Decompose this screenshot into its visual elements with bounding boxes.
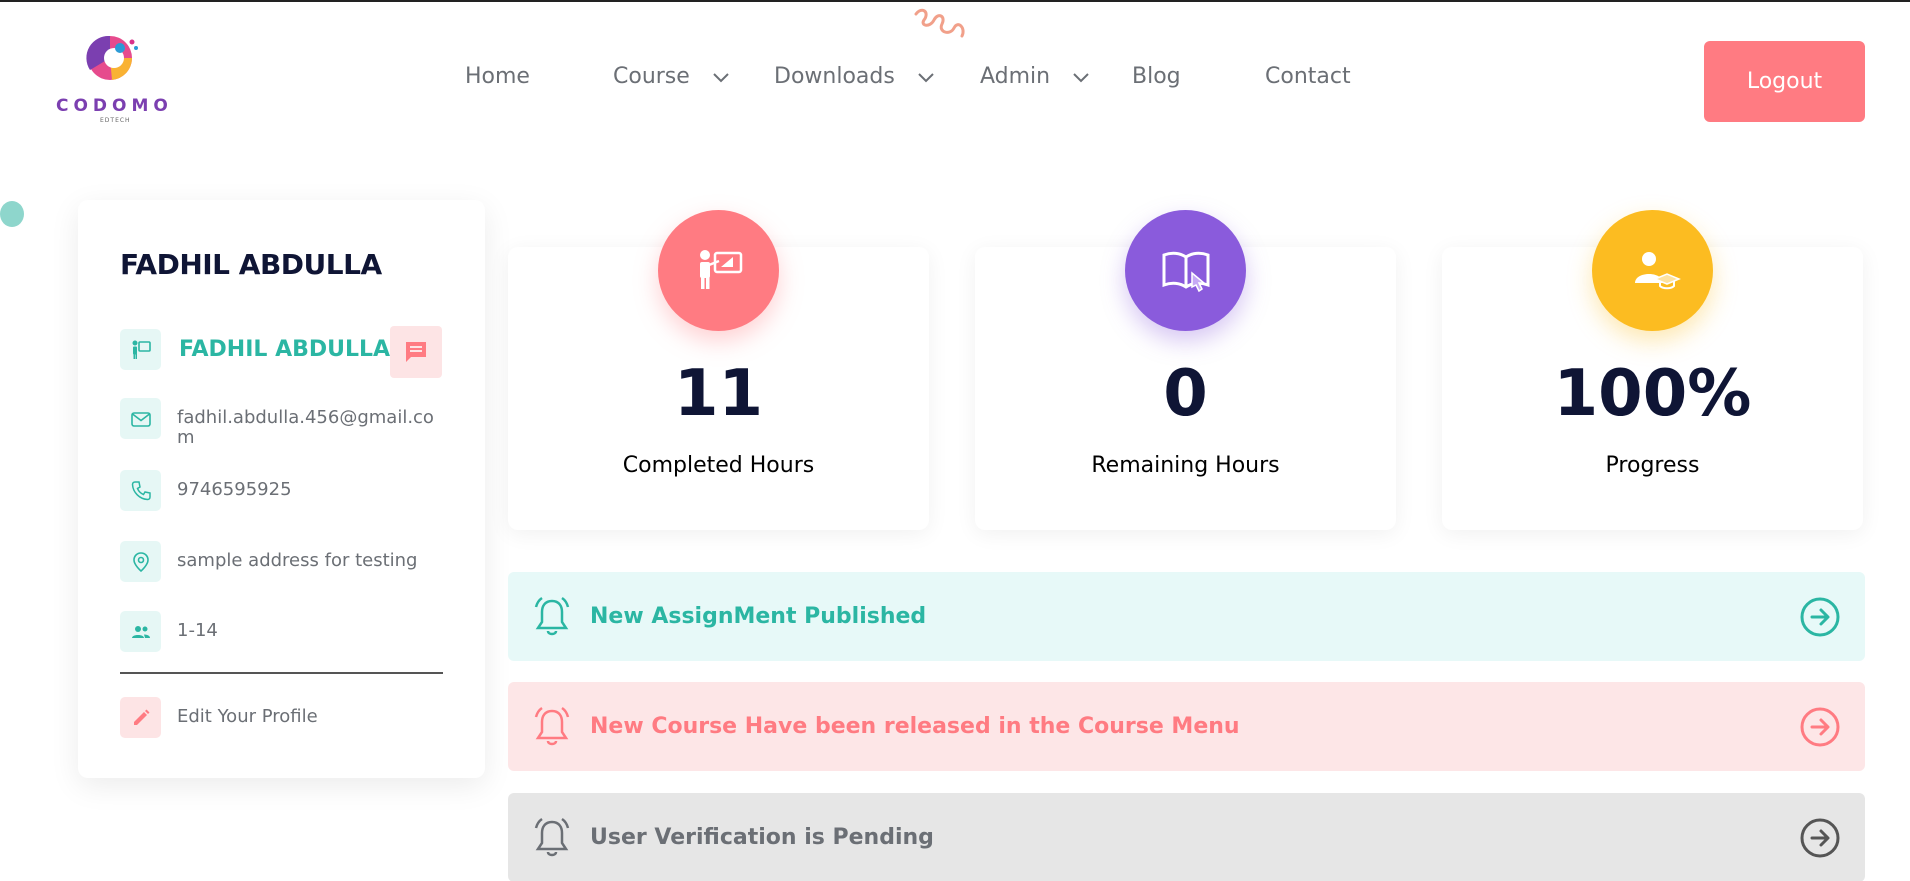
completed-hours-value: 11 xyxy=(673,357,764,431)
nav-course[interactable]: Course xyxy=(613,64,730,89)
profile-phone: 9746595925 xyxy=(177,479,292,500)
profile-phone-row: 9746595925 xyxy=(120,470,447,511)
edit-profile-link[interactable]: Edit Your Profile xyxy=(120,697,447,738)
chat-icon xyxy=(406,342,426,362)
graduate-user-icon xyxy=(1592,210,1713,331)
stat-card-completed: 11 Completed Hours xyxy=(508,210,929,530)
chevron-down-icon xyxy=(713,72,729,82)
nav-contact-label: Contact xyxy=(1265,64,1351,89)
logout-button[interactable]: Logout xyxy=(1704,41,1865,122)
chevron-down-icon xyxy=(918,72,934,82)
nav-home-label: Home xyxy=(465,64,530,89)
nav-course-label: Course xyxy=(613,64,690,89)
teacher-board-icon xyxy=(658,210,779,331)
alert-verification-text: User Verification is Pending xyxy=(590,825,934,850)
alert-assignment[interactable]: New AssignMent Published xyxy=(508,572,1865,661)
mail-icon xyxy=(120,398,161,439)
nav-blog-label: Blog xyxy=(1132,64,1181,89)
profile-address-row: sample address for testing xyxy=(120,541,447,582)
profile-name-row: FADHIL ABDULLA xyxy=(120,329,390,370)
profile-name: FADHIL ABDULLA xyxy=(179,337,391,362)
book-touch-icon xyxy=(1125,210,1246,331)
chevron-down-icon xyxy=(1073,72,1089,82)
arrow-right-circle-icon xyxy=(1800,597,1840,637)
alert-new-course[interactable]: New Course Have been released in the Cou… xyxy=(508,682,1865,771)
edit-profile-label: Edit Your Profile xyxy=(177,706,318,727)
nav-admin[interactable]: Admin xyxy=(980,64,1090,89)
alert-assignment-text: New AssignMent Published xyxy=(590,604,927,629)
profile-title: FADHIL ABDULLA xyxy=(120,248,382,281)
profile-card: FADHIL ABDULLA FADHIL ABDULLA fadhil.abd… xyxy=(78,200,485,778)
alert-verification[interactable]: User Verification is Pending xyxy=(508,793,1865,881)
profile-divider xyxy=(120,672,443,674)
bell-icon xyxy=(534,817,570,856)
remaining-hours-label: Remaining Hours xyxy=(1091,453,1280,478)
nav-downloads-label: Downloads xyxy=(774,64,895,89)
progress-value: 100% xyxy=(1553,357,1752,431)
stat-card-remaining: 0 Remaining Hours xyxy=(975,210,1396,530)
logo-text: CODOMO xyxy=(56,96,173,116)
nav-home[interactable]: Home xyxy=(465,64,530,89)
logo-tagline: EDTECH xyxy=(100,117,131,124)
location-pin-icon xyxy=(120,541,161,582)
nav-contact[interactable]: Contact xyxy=(1265,64,1351,89)
remaining-hours-value: 0 xyxy=(1163,357,1208,431)
decorative-dot xyxy=(0,201,24,227)
bell-icon xyxy=(534,596,570,635)
squiggle-decoration xyxy=(914,8,965,38)
message-button[interactable] xyxy=(390,326,442,378)
profile-email-row: fadhil.abdulla.456@gmail.com xyxy=(120,398,447,448)
nav-admin-label: Admin xyxy=(980,64,1051,89)
progress-label: Progress xyxy=(1605,453,1700,478)
profile-group: 1-14 xyxy=(177,620,218,641)
nav-blog[interactable]: Blog xyxy=(1132,64,1181,89)
completed-hours-label: Completed Hours xyxy=(622,453,815,478)
pencil-icon xyxy=(120,697,161,738)
phone-icon xyxy=(120,470,161,511)
profile-group-row: 1-14 xyxy=(120,611,447,652)
arrow-right-circle-icon xyxy=(1800,707,1840,747)
stat-card-progress: 100% Progress xyxy=(1442,210,1863,530)
codomo-logo[interactable]: CODOMO EDTECH xyxy=(50,30,180,126)
arrow-right-circle-icon xyxy=(1800,818,1840,858)
profile-address: sample address for testing xyxy=(177,550,418,571)
alert-new-course-text: New Course Have been released in the Cou… xyxy=(590,714,1240,739)
nav-downloads[interactable]: Downloads xyxy=(774,64,935,89)
teacher-icon xyxy=(120,329,161,370)
group-users-icon xyxy=(120,611,161,652)
profile-email: fadhil.abdulla.456@gmail.com xyxy=(177,407,434,448)
bell-icon xyxy=(534,706,570,745)
